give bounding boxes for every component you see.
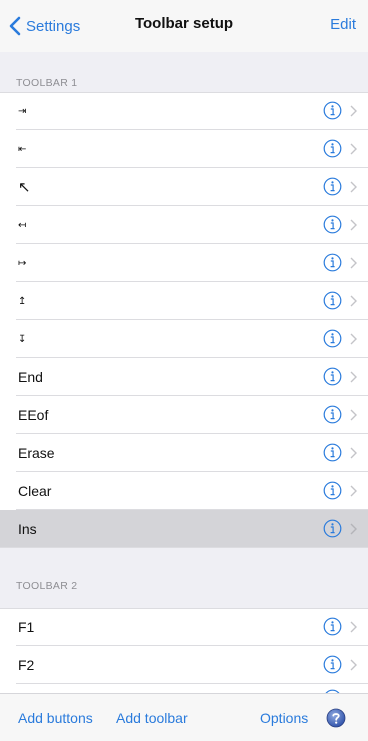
add-buttons-button[interactable]: Add buttons bbox=[18, 710, 93, 726]
list-item[interactable]: ↦ bbox=[0, 244, 368, 282]
info-circle-icon[interactable] bbox=[323, 481, 342, 500]
row-label: Erase bbox=[18, 445, 55, 461]
section-header-toolbar-2: TOOLBAR 2 bbox=[16, 580, 78, 592]
list-item-selected[interactable]: Ins bbox=[0, 510, 368, 548]
list-item[interactable]: F1 bbox=[0, 608, 368, 646]
list-item[interactable]: ↖ bbox=[0, 168, 368, 206]
chevron-right-icon bbox=[350, 105, 357, 117]
page-title: Toolbar setup bbox=[134, 15, 234, 32]
row-label: ↧ bbox=[18, 333, 27, 345]
chevron-right-icon bbox=[350, 659, 357, 671]
toolbar-list[interactable]: TOOLBAR 1 ⇥ ⇤ ↖ ↤ ↦ ↥ ↧ End EEof Erase C… bbox=[0, 52, 368, 693]
list-item[interactable]: ↧ bbox=[0, 320, 368, 358]
section-header-toolbar-1: TOOLBAR 1 bbox=[16, 77, 78, 89]
row-label: End bbox=[18, 369, 43, 385]
chevron-right-icon bbox=[350, 409, 357, 421]
chevron-right-icon bbox=[350, 181, 357, 193]
info-circle-icon[interactable] bbox=[323, 253, 342, 272]
chevron-right-icon bbox=[350, 333, 357, 345]
list-item[interactable]: Erase bbox=[0, 434, 368, 472]
options-button[interactable]: Options bbox=[260, 710, 308, 726]
question-mark-circle-icon[interactable] bbox=[326, 708, 346, 728]
list-item-partial[interactable] bbox=[0, 684, 368, 693]
list-item[interactable]: ⇥ bbox=[0, 92, 368, 130]
chevron-right-icon bbox=[350, 219, 357, 231]
edit-button[interactable]: Edit bbox=[330, 16, 356, 33]
chevron-right-icon bbox=[350, 485, 357, 497]
chevron-right-icon bbox=[350, 447, 357, 459]
info-circle-icon[interactable] bbox=[323, 367, 342, 386]
info-circle-icon[interactable] bbox=[323, 655, 342, 674]
chevron-right-icon bbox=[350, 621, 357, 633]
list-item[interactable]: ⇤ bbox=[0, 130, 368, 168]
toolbar-setup-screen: Settings Toolbar setup Edit TOOLBAR 1 ⇥ … bbox=[0, 0, 368, 741]
info-circle-icon[interactable] bbox=[323, 291, 342, 310]
add-toolbar-button[interactable]: Add toolbar bbox=[116, 710, 188, 726]
row-label: ↤ bbox=[18, 219, 27, 231]
info-circle-icon[interactable] bbox=[323, 519, 342, 538]
row-label: ↖ bbox=[18, 178, 31, 196]
navigation-bar: Settings Toolbar setup Edit bbox=[0, 0, 368, 52]
info-circle-icon[interactable] bbox=[323, 177, 342, 196]
chevron-right-icon bbox=[350, 257, 357, 269]
row-label: EEof bbox=[18, 407, 49, 423]
chevron-right-icon bbox=[350, 143, 357, 155]
row-label: F1 bbox=[18, 619, 35, 635]
info-circle-icon[interactable] bbox=[323, 101, 342, 120]
row-label: F2 bbox=[18, 657, 35, 673]
chevron-right-icon bbox=[350, 523, 357, 535]
chevron-right-icon bbox=[350, 295, 357, 307]
bottom-toolbar: Add buttons Add toolbar Options bbox=[0, 693, 368, 741]
list-item[interactable]: ↥ bbox=[0, 282, 368, 320]
info-circle-icon[interactable] bbox=[323, 405, 342, 424]
row-label: Ins bbox=[18, 521, 37, 537]
info-circle-icon[interactable] bbox=[323, 329, 342, 348]
row-label: ↥ bbox=[18, 295, 27, 307]
list-item[interactable]: Clear bbox=[0, 472, 368, 510]
chevron-right-icon bbox=[350, 371, 357, 383]
row-label: Clear bbox=[18, 483, 52, 499]
info-circle-icon[interactable] bbox=[323, 139, 342, 158]
row-label: ⇥ bbox=[18, 105, 27, 117]
list-item[interactable]: EEof bbox=[0, 396, 368, 434]
list-item[interactable]: End bbox=[0, 358, 368, 396]
info-circle-icon[interactable] bbox=[323, 443, 342, 462]
info-circle-icon[interactable] bbox=[323, 215, 342, 234]
info-circle-icon[interactable] bbox=[323, 617, 342, 636]
list-item[interactable]: ↤ bbox=[0, 206, 368, 244]
list-item[interactable]: F2 bbox=[0, 646, 368, 684]
row-label: ⇤ bbox=[18, 143, 27, 155]
row-label: ↦ bbox=[18, 257, 27, 269]
